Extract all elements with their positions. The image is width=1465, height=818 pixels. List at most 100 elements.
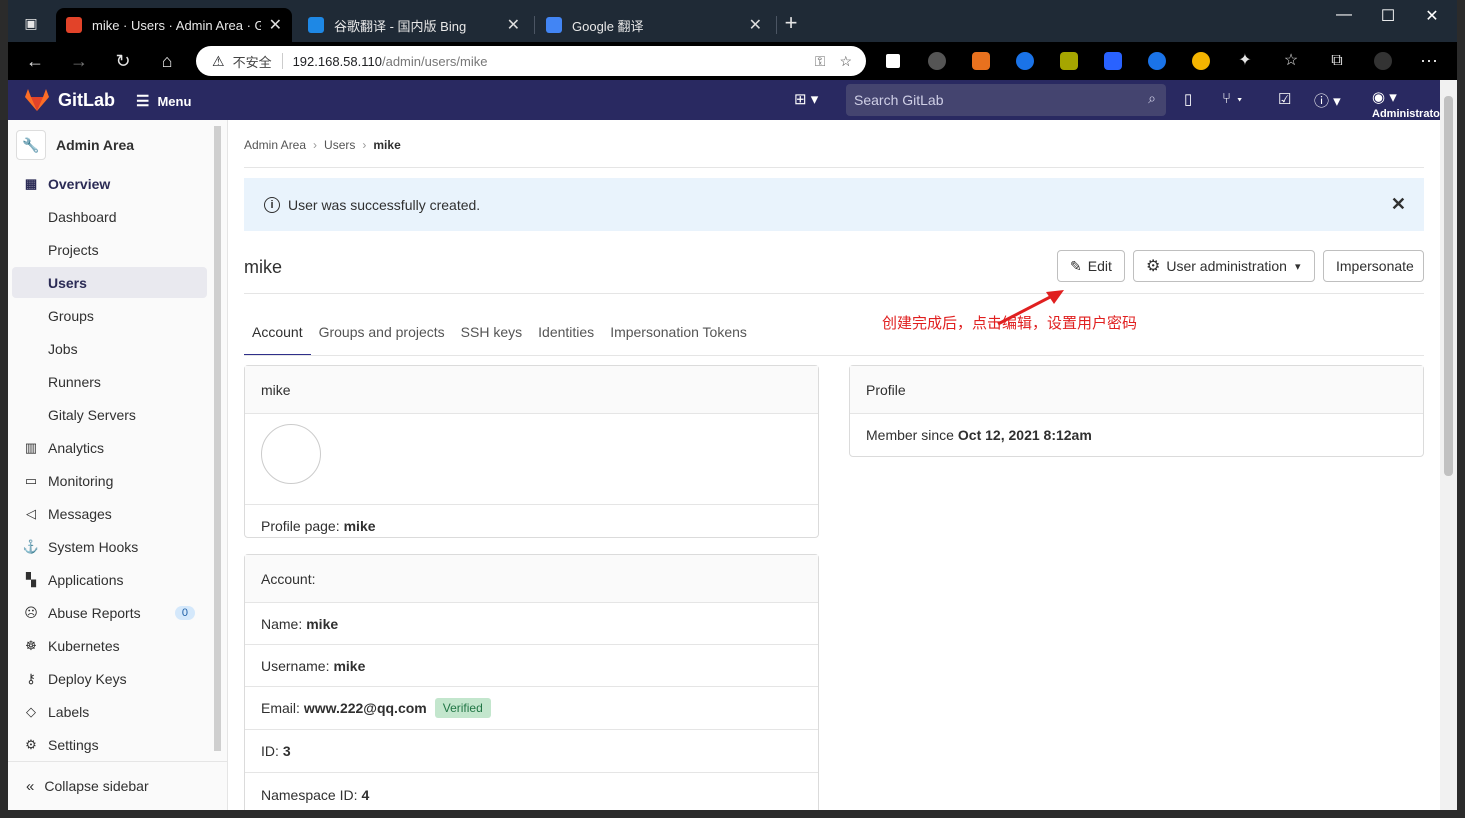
forward-icon[interactable]: → <box>68 50 90 72</box>
name-row: Name: mike <box>245 603 818 645</box>
breadcrumb-admin-area[interactable]: Admin Area <box>244 138 306 152</box>
tab-account[interactable]: Account <box>244 320 311 356</box>
sidebar-item-settings[interactable]: ⚙ Settings <box>12 729 207 760</box>
gitlab-logo[interactable]: GitLab <box>24 88 115 112</box>
sidebar-item-analytics[interactable]: ▥ Analytics <box>12 432 207 463</box>
extensions-puzzle-icon[interactable]: ✦ <box>1234 50 1256 72</box>
close-icon[interactable]: ✕ <box>1391 194 1406 215</box>
profile-avatar[interactable] <box>1374 52 1392 70</box>
edit-button[interactable]: ✎ Edit <box>1057 250 1125 282</box>
sidebar-item-deploy-keys[interactable]: ⚷ Deploy Keys <box>12 663 207 694</box>
close-tab-icon[interactable]: ✕ <box>507 15 520 35</box>
impersonate-button[interactable]: Impersonate <box>1323 250 1424 282</box>
reload-icon[interactable]: ↻ <box>112 50 134 72</box>
extension-icon[interactable] <box>1060 52 1078 70</box>
extension-icon[interactable] <box>1148 52 1166 70</box>
sidebar-item-system-hooks[interactable]: ⚓ System Hooks <box>12 531 207 562</box>
sidebar-item-label: System Hooks <box>48 538 139 555</box>
extension-icon[interactable] <box>884 52 902 70</box>
divider <box>244 167 1424 168</box>
new-item-plus-icon[interactable]: ⊞ ▾ <box>794 90 818 108</box>
sidebar-item-monitoring[interactable]: ▭ Monitoring <box>12 465 207 496</box>
user-name-label: Administrato <box>1372 108 1440 120</box>
tab-groups-and-projects[interactable]: Groups and projects <box>311 320 453 356</box>
id-row: ID: 3 <box>245 730 818 773</box>
more-options-icon[interactable]: ⋯ <box>1418 50 1440 72</box>
help-icon[interactable]: ⓘ ▾ <box>1314 90 1341 111</box>
browser-tab-bing[interactable]: 谷歌翻译 - 国内版 Bing ✕ <box>298 8 530 42</box>
profile-page-link[interactable]: mike <box>344 518 376 534</box>
sidebar-item-applications[interactable]: ▚ Applications <box>12 564 207 595</box>
card-header: mike <box>245 366 818 414</box>
browser-tab-gitlab[interactable]: mike · Users · Admin Area · GitLa ✕ <box>56 8 292 42</box>
sidebar-item-jobs[interactable]: Jobs <box>12 333 207 364</box>
tab-ssh-keys[interactable]: SSH keys <box>453 320 530 356</box>
tab-actions-icon[interactable]: ▣ <box>20 12 42 34</box>
breadcrumb-users[interactable]: Users <box>324 138 355 152</box>
avatar-row <box>245 424 818 505</box>
sidebar-item-label: Analytics <box>48 439 105 456</box>
new-tab-button[interactable]: + <box>780 12 802 34</box>
hook-icon: ⚓ <box>22 538 40 554</box>
email-value[interactable]: www.222@qq.com <box>304 700 427 716</box>
home-icon[interactable]: ⌂ <box>156 50 178 72</box>
user-administration-dropdown[interactable]: ⚙ User administration ▾ <box>1133 250 1315 282</box>
favorites-icon[interactable]: ☆ <box>1280 50 1302 72</box>
close-tab-icon[interactable]: ✕ <box>269 15 282 35</box>
sidebar-item-label: Users <box>48 274 87 291</box>
todos-icon[interactable]: ☑ <box>1278 90 1291 108</box>
extension-icon[interactable] <box>1104 52 1122 70</box>
name-label: Name: <box>261 615 303 632</box>
breadcrumb-current[interactable]: mike <box>373 138 400 152</box>
sidebar-scrollbar[interactable] <box>214 126 221 751</box>
maximize-icon[interactable]: ☐ <box>1378 6 1398 26</box>
menu-button[interactable]: ☰ Menu <box>136 92 191 110</box>
tab-impersonation-tokens[interactable]: Impersonation Tokens <box>602 320 755 356</box>
close-window-icon[interactable]: ✕ <box>1422 6 1442 26</box>
url-divider <box>281 53 283 69</box>
close-tab-icon[interactable]: ✕ <box>749 15 762 35</box>
member-since-value: Oct 12, 2021 8:12am <box>957 427 1092 443</box>
scrollbar-thumb[interactable] <box>1444 96 1453 476</box>
key-icon[interactable]: ⚿ <box>815 53 826 70</box>
back-icon[interactable]: ← <box>24 50 46 72</box>
collections-icon[interactable]: ⧉ <box>1326 50 1348 72</box>
sidebar-item-projects[interactable]: Projects <box>12 234 207 265</box>
sidebar-item-groups[interactable]: Groups <box>12 300 207 331</box>
browser-toolbar: ← → ↻ ⌂ ⚠ 不安全 192.168.58.110 /admin/user… <box>8 42 1457 80</box>
sidebar-item-gitaly-servers[interactable]: Gitaly Servers <box>12 399 207 430</box>
search-input[interactable]: Search GitLab ⌕ <box>846 84 1166 116</box>
issues-icon[interactable]: ▯ <box>1184 90 1192 108</box>
extension-icon[interactable] <box>1016 52 1034 70</box>
member-since-row: Member since Oct 12, 2021 8:12am <box>850 414 1423 456</box>
merge-requests-icon[interactable]: ⑂ ▾ <box>1222 90 1244 107</box>
username-value: mike <box>333 657 366 674</box>
tab-identities[interactable]: Identities <box>530 320 602 356</box>
sidebar-header[interactable]: 🔧 Admin Area <box>16 130 134 160</box>
impersonate-label: Impersonate <box>1336 258 1414 274</box>
browser-tab-bar: ▣ mike · Users · Admin Area · GitLa ✕ 谷歌… <box>8 0 1457 42</box>
sidebar-item-labels[interactable]: ◇ Labels <box>12 696 207 727</box>
sidebar-item-kubernetes[interactable]: ☸ Kubernetes <box>12 630 207 661</box>
sidebar-item-abuse-reports[interactable]: ☹ Abuse Reports 0 <box>12 597 207 628</box>
minimize-icon[interactable]: — <box>1334 6 1354 24</box>
collapse-sidebar-button[interactable]: « Collapse sidebar <box>8 761 228 810</box>
favorite-star-icon[interactable]: ☆ <box>839 53 852 70</box>
sidebar-item-dashboard[interactable]: Dashboard <box>12 201 207 232</box>
extension-icon[interactable] <box>972 52 990 70</box>
sidebar-item-messages[interactable]: ◁ Messages <box>12 498 207 529</box>
url-path: /admin/users/mike <box>381 53 488 69</box>
user-avatar[interactable]: ◉ ▾ <box>1372 88 1397 106</box>
address-bar[interactable]: ⚠ 不安全 192.168.58.110 /admin/users/mike ⚿… <box>196 46 866 76</box>
chart-icon: ▥ <box>24 439 38 455</box>
sidebar-item-users[interactable]: Users <box>12 267 207 298</box>
divider <box>244 293 1424 294</box>
browser-tab-google-translate[interactable]: Google 翻译 ✕ <box>536 8 772 42</box>
page-scrollbar[interactable] <box>1440 80 1457 810</box>
extension-icon[interactable] <box>928 52 946 70</box>
bullhorn-icon: ◁ <box>26 505 36 521</box>
sidebar-item-runners[interactable]: Runners <box>12 366 207 397</box>
sidebar-item-overview[interactable]: ▦ Overview <box>12 168 207 199</box>
tab-title: 谷歌翻译 - 国内版 Bing <box>334 18 467 34</box>
extension-icon[interactable] <box>1192 52 1210 70</box>
